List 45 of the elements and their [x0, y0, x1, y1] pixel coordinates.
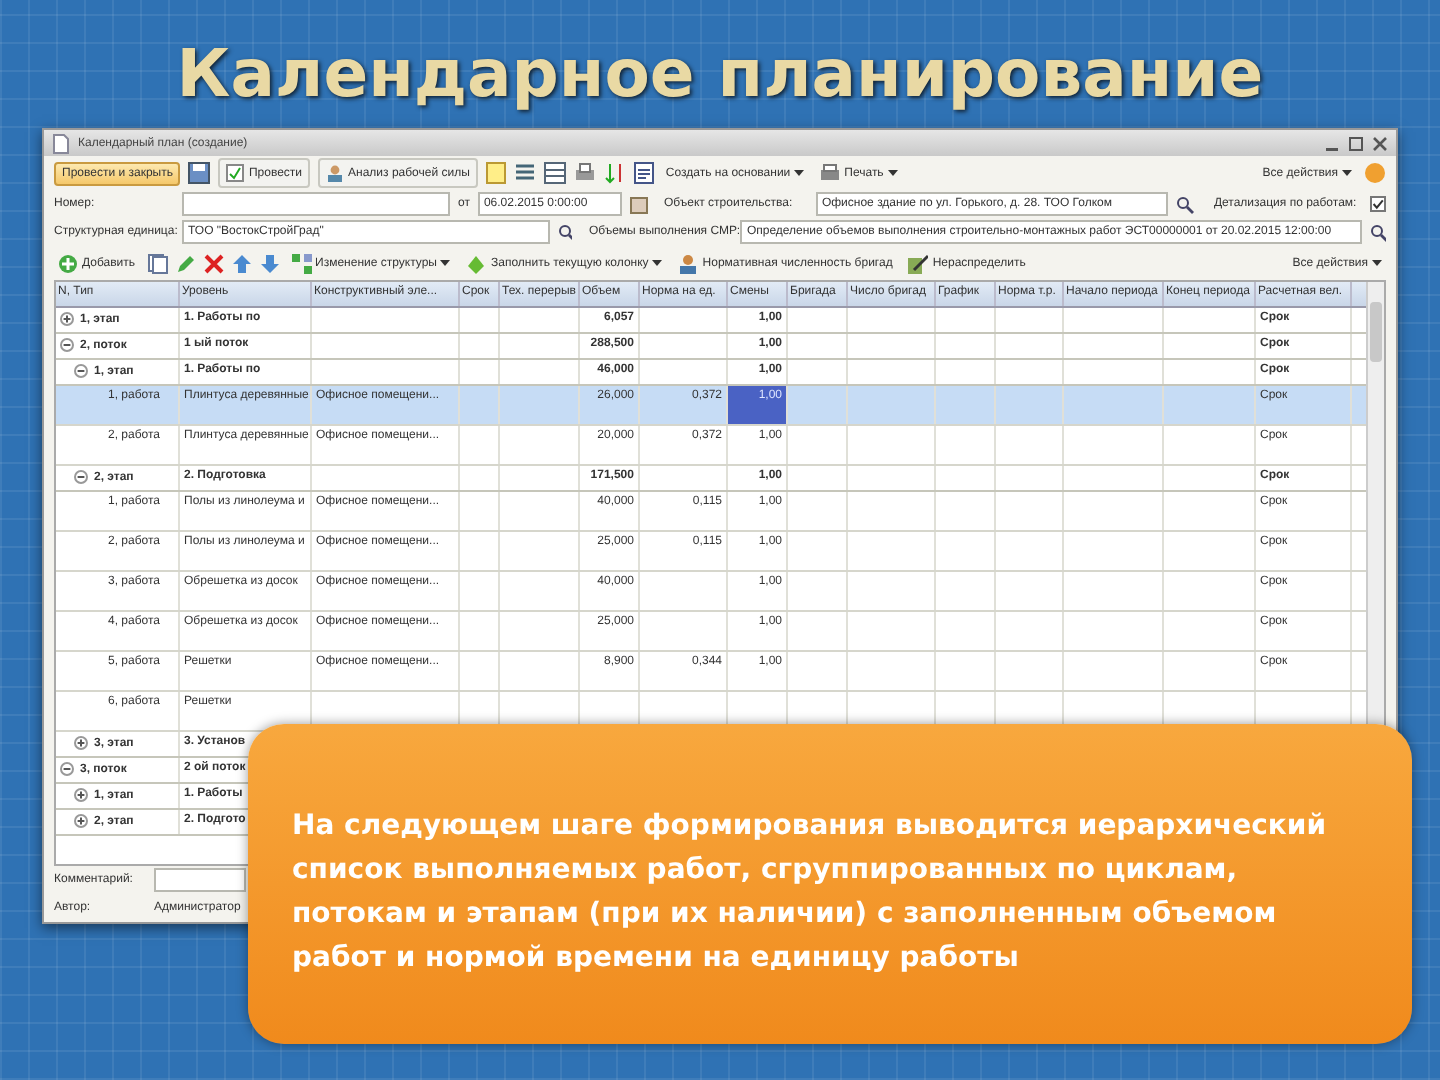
printer-icon [820, 164, 841, 182]
down-arrow-icon[interactable] [259, 253, 280, 273]
number-field[interactable] [182, 192, 450, 216]
caret-icon [440, 260, 451, 266]
caret-icon [1342, 170, 1352, 176]
detail-checkbox[interactable] [1370, 196, 1386, 212]
caret-icon [887, 170, 898, 176]
slash-icon [908, 253, 929, 273]
expand-toggle-icon[interactable] [74, 364, 88, 378]
printer-icon[interactable] [573, 162, 596, 184]
copy-icon[interactable] [147, 253, 168, 273]
diamond-icon [466, 253, 487, 273]
calendar-icon[interactable] [629, 195, 648, 213]
expand-toggle-icon[interactable] [60, 338, 74, 352]
pencil-icon[interactable] [175, 253, 196, 273]
search-icon[interactable] [1370, 223, 1386, 241]
save-icon[interactable] [188, 162, 211, 184]
caret-icon [1372, 260, 1382, 266]
report-icon[interactable] [633, 162, 654, 184]
delete-icon[interactable] [203, 253, 224, 273]
document-icon [52, 133, 70, 153]
plus-icon [58, 253, 78, 273]
expand-toggle-icon[interactable] [74, 814, 88, 828]
expand-toggle-icon[interactable] [74, 736, 88, 750]
maximize-icon[interactable] [1348, 135, 1364, 151]
search-icon[interactable] [1175, 195, 1194, 213]
expand-toggle-icon[interactable] [60, 312, 74, 326]
sort-icon[interactable] [603, 162, 626, 184]
slide-title: Календарное планирование [176, 32, 1264, 116]
expand-toggle-icon[interactable] [60, 762, 74, 776]
hint-text: На следующем шаге формирования выводится иерархический список выполняемых работ, сгруппированных по циклам, потокам и этапам (при их наличии) с заполненным объемом работ и нормой времени на единицу работы [292, 808, 1329, 978]
table-icon[interactable] [543, 162, 566, 184]
checkmark-icon [226, 164, 245, 182]
up-arrow-icon[interactable] [231, 253, 252, 273]
person-icon [326, 164, 345, 182]
search-icon[interactable] [557, 223, 573, 241]
person-icon [678, 253, 699, 273]
list-icon[interactable] [513, 162, 536, 184]
blocks-icon [291, 253, 312, 273]
close-icon[interactable] [1372, 135, 1388, 151]
caret-icon [794, 170, 805, 176]
expand-toggle-icon[interactable] [74, 470, 88, 484]
comment-field[interactable] [154, 868, 246, 892]
expand-toggle-icon[interactable] [74, 788, 88, 802]
caret-icon [652, 260, 663, 266]
